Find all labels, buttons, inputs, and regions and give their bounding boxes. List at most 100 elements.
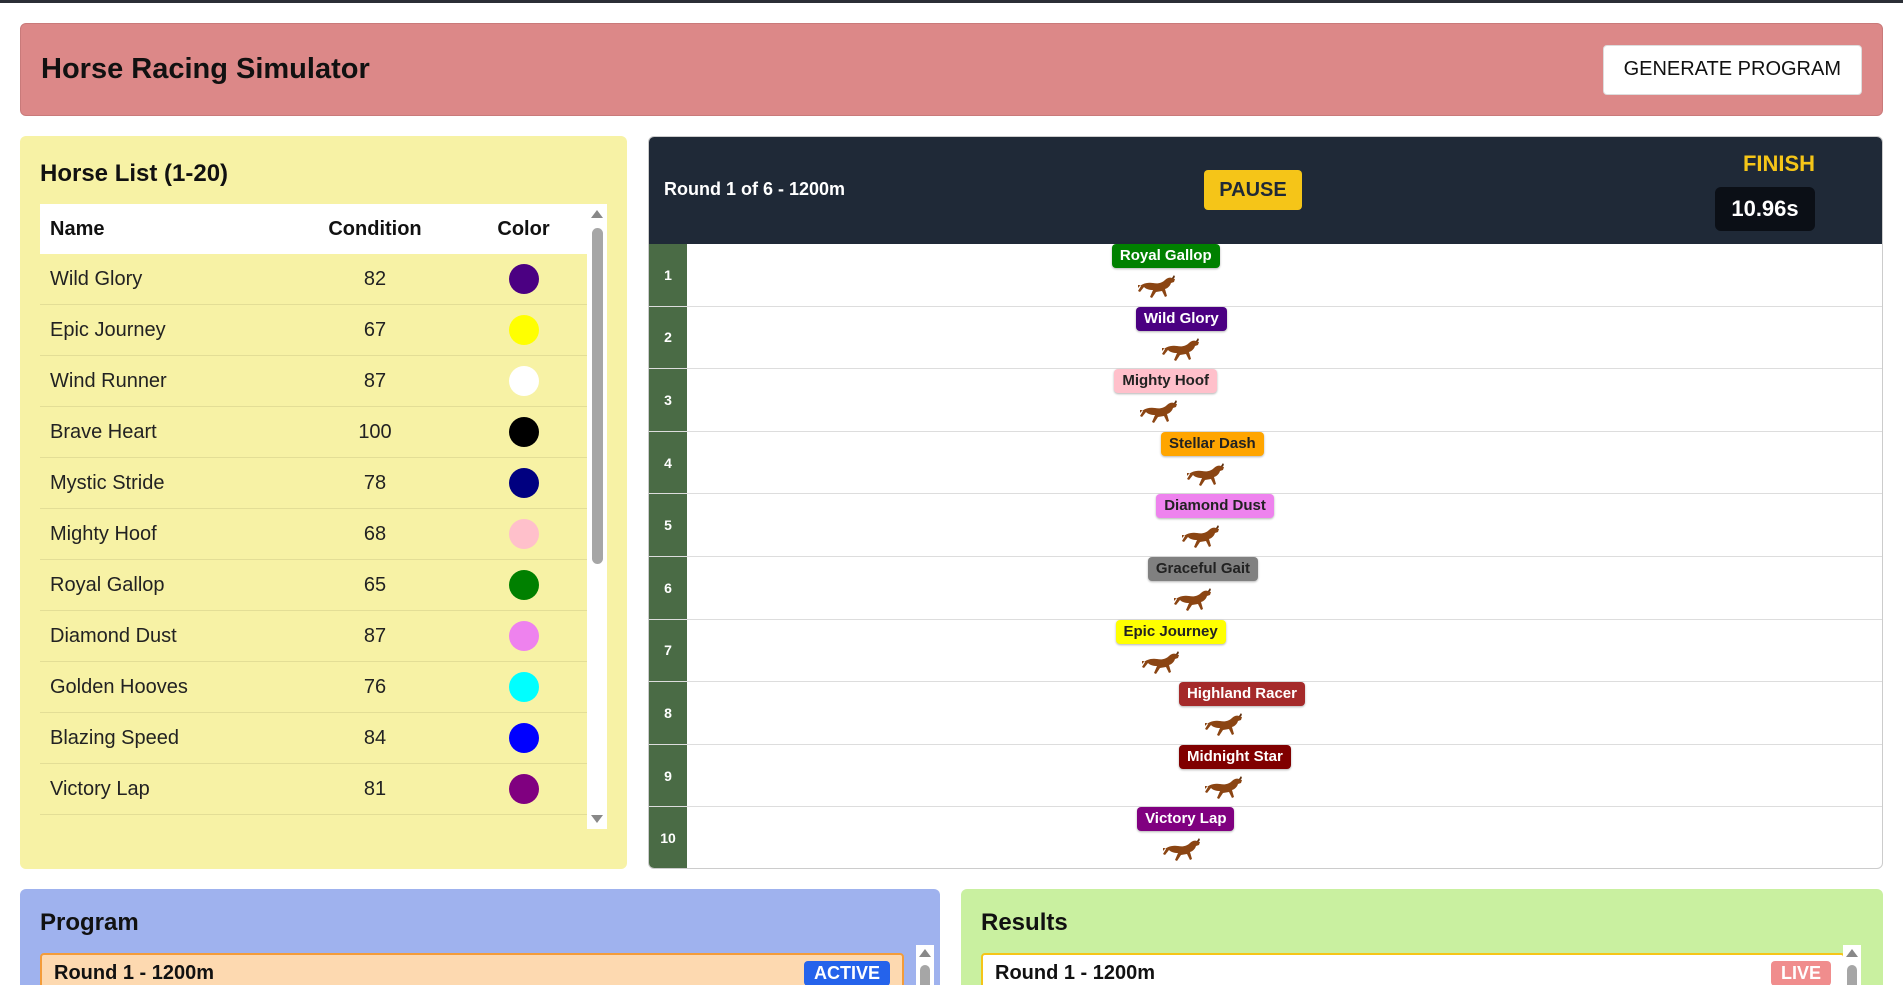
horse-condition: 87	[363, 624, 387, 647]
horse-name-tag: Highland Racer	[1178, 682, 1305, 707]
column-header-color: Color	[497, 217, 550, 240]
color-swatch	[508, 417, 539, 447]
race-lane: 10 Victory Lap	[649, 807, 1882, 868]
horse-name: Wind Runner	[50, 369, 167, 392]
column-header-name: Name	[50, 217, 105, 240]
finish-label: FINISH	[1742, 151, 1816, 176]
table-row: Brave Heart 100	[40, 407, 587, 458]
horse-color-cell	[460, 723, 587, 753]
results-panel: Results Round 1 - 1200m LIVE	[961, 889, 1883, 985]
horse-condition: 65	[363, 573, 387, 596]
live-badge: LIVE	[1770, 960, 1831, 985]
table-row: Blazing Speed 84	[40, 713, 587, 764]
horse-color-cell	[460, 519, 587, 549]
horse-icon	[1199, 712, 1247, 742]
pause-button[interactable]: PAUSE	[1204, 170, 1302, 210]
horse-name-tag: Wild Glory	[1135, 306, 1227, 331]
horse-color-cell	[460, 366, 587, 396]
horse-color-cell	[460, 264, 587, 294]
color-swatch	[508, 366, 539, 396]
horse-color-cell	[460, 468, 587, 498]
horse-icon	[1134, 399, 1182, 429]
horse-condition: 78	[363, 471, 387, 494]
color-swatch	[508, 468, 539, 498]
horse-condition: 76	[363, 675, 387, 698]
table-row: Wild Glory 82	[40, 254, 587, 305]
scroll-down-arrow-icon[interactable]	[591, 815, 603, 823]
color-swatch	[508, 315, 539, 345]
lane-number: 6	[649, 556, 687, 619]
horse-name: Epic Journey	[50, 318, 166, 341]
color-swatch	[508, 570, 539, 600]
race-lane: 3 Mighty Hoof	[649, 369, 1882, 432]
scroll-thumb[interactable]	[920, 965, 930, 985]
horse-table: Name Condition Color Wild Glory 82 Epic Jo…	[40, 204, 607, 829]
race-lane: 2 Wild Glory	[649, 306, 1882, 370]
race-lane: 6 Graceful Gait	[649, 556, 1882, 620]
lane-number: 7	[649, 619, 687, 682]
horse-condition: 82	[363, 267, 387, 290]
race-timer: 10.96s	[1715, 187, 1815, 231]
track-lanes: 1 Royal Gallop 2 Wild Glory 3 Mighty Hoof 4 Ste…	[649, 244, 1882, 868]
horse-icon	[1181, 462, 1229, 492]
program-scrollbar[interactable]	[916, 945, 934, 985]
track-header: Round 1 of 6 - 1200m PAUSE FINISH 10.96s	[649, 137, 1882, 244]
lane-number: 3	[649, 369, 687, 431]
program-round-card[interactable]: Round 1 - 1200m ACTIVE	[40, 953, 904, 985]
generate-program-button[interactable]: GENERATE PROGRAM	[1602, 44, 1862, 95]
horse-name-tag: Epic Journey	[1115, 619, 1226, 644]
lane-number: 8	[649, 682, 687, 744]
horse-name-tag: Victory Lap	[1137, 807, 1235, 832]
lane-number: 2	[649, 306, 687, 369]
program-panel: Program Round 1 - 1200m ACTIVE	[20, 889, 940, 985]
horse-name-tag: Mighty Hoof	[1114, 369, 1217, 394]
horse-color-cell	[460, 315, 587, 345]
program-round-label: Round 1 - 1200m	[54, 961, 215, 984]
lane-number: 4	[649, 431, 687, 494]
horse-icon	[1176, 524, 1224, 554]
lane-number: 1	[649, 244, 687, 306]
lane-number: 5	[649, 494, 687, 556]
horse-color-cell	[460, 621, 587, 651]
horse-table-header: Name Condition Color	[40, 204, 587, 254]
race-lane: 8 Highland Racer	[649, 682, 1882, 745]
horse-name: Victory Lap	[50, 777, 150, 800]
horse-icon	[1157, 837, 1205, 867]
horse-icon	[1136, 650, 1184, 680]
horse-condition: 81	[363, 777, 387, 800]
horse-list-panel: Horse List (1-20) Name Condition Color W…	[20, 136, 627, 869]
color-swatch	[508, 672, 539, 702]
results-round-card[interactable]: Round 1 - 1200m LIVE	[981, 953, 1845, 985]
horse-name: Brave Heart	[50, 420, 157, 443]
color-swatch	[508, 774, 539, 804]
race-lane: 9 Midnight Star	[649, 744, 1882, 808]
results-scrollbar[interactable]	[1843, 945, 1861, 985]
race-track-panel: Round 1 of 6 - 1200m PAUSE FINISH 10.96s…	[648, 136, 1883, 869]
horse-name-tag: Graceful Gait	[1147, 556, 1259, 581]
scroll-thumb[interactable]	[1847, 965, 1857, 985]
horse-color-cell	[460, 672, 587, 702]
table-row: Victory Lap 81	[40, 764, 587, 815]
scroll-up-arrow-icon[interactable]	[591, 210, 603, 218]
horse-name-tag: Stellar Dash	[1161, 431, 1264, 456]
color-swatch	[508, 723, 539, 753]
lane-number: 9	[649, 744, 687, 807]
scroll-up-arrow-icon[interactable]	[919, 949, 931, 957]
results-round-label: Round 1 - 1200m	[995, 961, 1156, 984]
scroll-thumb[interactable]	[592, 228, 603, 564]
horse-name: Wild Glory	[50, 267, 143, 290]
horse-icon	[1168, 587, 1216, 617]
app-header: Horse Racing Simulator GENERATE PROGRAM	[20, 23, 1883, 116]
horse-name: Golden Hooves	[50, 675, 188, 698]
color-swatch	[508, 621, 539, 651]
program-title: Program	[40, 909, 139, 936]
app-title: Horse Racing Simulator	[41, 53, 370, 85]
horse-name: Royal Gallop	[50, 573, 165, 596]
lane-number: 10	[649, 807, 687, 868]
horse-name: Mystic Stride	[50, 471, 165, 494]
horse-list-scrollbar[interactable]	[587, 204, 607, 829]
horse-condition: 84	[363, 726, 387, 749]
active-badge: ACTIVE	[803, 960, 890, 985]
table-row: Mighty Hoof 68	[40, 509, 587, 560]
scroll-up-arrow-icon[interactable]	[1846, 949, 1858, 957]
